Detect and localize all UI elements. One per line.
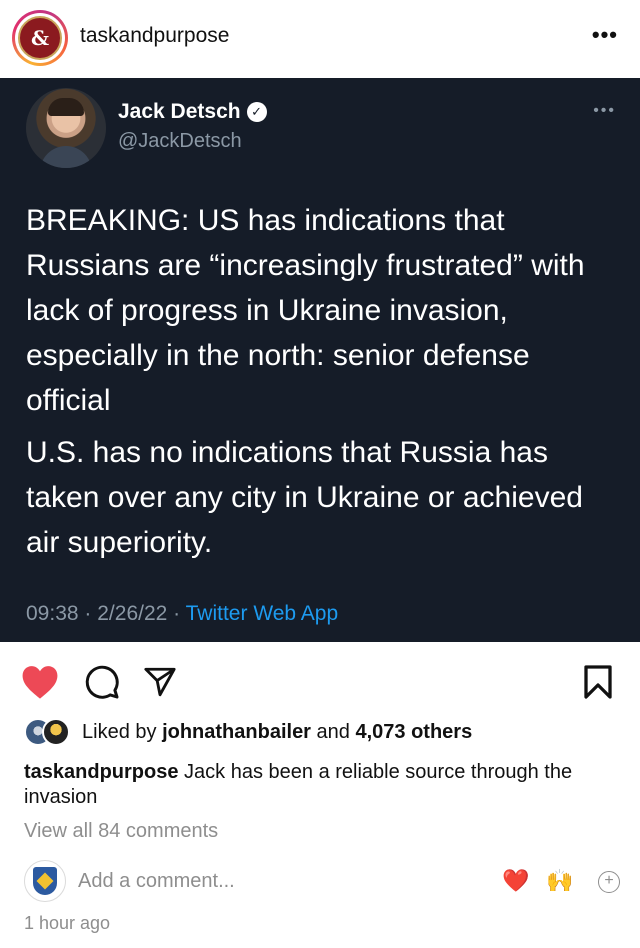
tweet-author-name-text: Jack Detsch xyxy=(118,100,241,123)
liker-username[interactable]: johnathanbailer xyxy=(162,721,311,743)
comment-icon xyxy=(85,665,119,699)
heart-icon xyxy=(22,666,58,699)
likes-joiner: and xyxy=(316,721,350,743)
comment-button[interactable] xyxy=(82,662,122,702)
tweet-more-icon: ••• xyxy=(593,102,616,119)
save-button[interactable] xyxy=(578,662,618,702)
account-avatar[interactable]: & xyxy=(12,10,68,66)
liker-avatar xyxy=(42,718,70,746)
like-button[interactable] xyxy=(20,662,60,702)
post-timestamp: 1 hour ago xyxy=(24,913,111,933)
tweet-source: Twitter Web App xyxy=(185,602,339,625)
add-reaction-plus-icon[interactable]: + xyxy=(598,871,620,893)
tweet-separator: · xyxy=(173,602,181,625)
post-header: & taskandpurpose ••• xyxy=(0,0,640,78)
tweet-time: 09:38 xyxy=(26,602,79,625)
verified-badge-icon: ✓ xyxy=(246,102,267,122)
post-action-bar xyxy=(0,656,640,706)
likes-text: Liked by johnathanbailer and 4,073 other… xyxy=(82,721,472,744)
post-more-button[interactable]: ••• xyxy=(592,22,618,48)
tweet-screenshot: Jack Detsch ✓ @JackDetsch ••• BREAKING: … xyxy=(0,78,640,642)
tweet-date: 2/26/22 xyxy=(97,602,168,625)
view-all-comments-link[interactable]: View all 84 comments xyxy=(24,820,218,843)
account-username[interactable]: taskandpurpose xyxy=(80,24,229,48)
shield-logo-icon xyxy=(33,867,57,895)
quick-reaction-raised-hands-icon[interactable]: 🙌 xyxy=(546,868,573,894)
tweet-paragraph-2: U.S. has no indications that Russia has … xyxy=(26,436,583,559)
add-comment-row: Add a comment... ❤️ 🙌 + xyxy=(0,858,640,906)
account-logo: & xyxy=(18,16,62,60)
share-icon xyxy=(144,667,176,697)
current-user-avatar xyxy=(24,860,66,902)
likes-count[interactable]: 4,073 others xyxy=(355,721,472,743)
liker-avatars[interactable] xyxy=(24,718,74,748)
tweet-author-name: Jack Detsch ✓ xyxy=(118,100,267,124)
share-button[interactable] xyxy=(140,662,180,702)
tweet-separator: · xyxy=(84,602,92,625)
caption-username[interactable]: taskandpurpose xyxy=(24,761,178,783)
post-caption: taskandpurpose Jack has been a reliable … xyxy=(24,760,620,810)
comment-input[interactable]: Add a comment... xyxy=(78,870,235,893)
tweet-meta: 09:38 · 2/26/22 · Twitter Web App xyxy=(26,602,338,626)
likes-prefix: Liked by xyxy=(82,721,157,743)
tweet-paragraph-1: BREAKING: US has indications that Russia… xyxy=(26,204,585,417)
quick-reaction-heart-icon[interactable]: ❤️ xyxy=(502,868,529,894)
likes-row: Liked by johnathanbailer and 4,073 other… xyxy=(0,716,640,750)
tweet-author-avatar xyxy=(26,88,106,168)
bookmark-icon xyxy=(584,665,612,699)
tweet-author-handle: @JackDetsch xyxy=(118,130,242,152)
